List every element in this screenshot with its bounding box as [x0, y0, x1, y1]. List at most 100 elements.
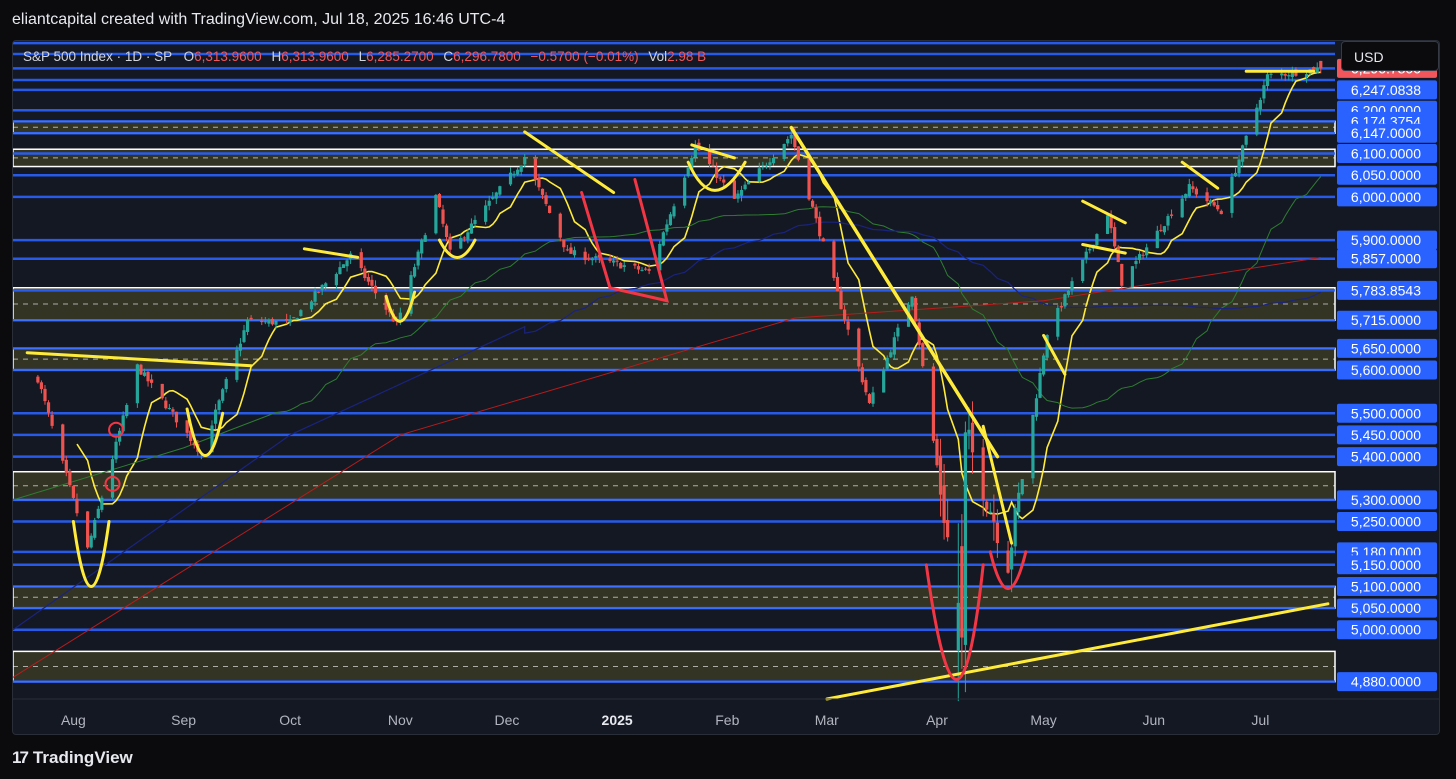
candle-body — [1020, 479, 1024, 495]
candle-body — [164, 400, 168, 409]
candle-body — [995, 522, 999, 544]
candle-body — [171, 409, 175, 412]
time-axis-label: Jul — [1251, 712, 1269, 728]
candle-body — [533, 158, 538, 180]
candle-body — [672, 206, 676, 217]
candle-body — [910, 296, 914, 307]
header-bar: eliantcapital created with TradingView.c… — [0, 0, 1456, 40]
candle-body — [661, 232, 665, 246]
candle-body — [889, 352, 893, 358]
candle-body — [46, 402, 51, 413]
candle-body — [242, 330, 246, 342]
candle-body — [1059, 306, 1063, 308]
candle-body — [519, 165, 523, 172]
flag-trendline — [1081, 199, 1127, 225]
candle-body — [611, 260, 616, 263]
candle-body — [420, 240, 424, 254]
price-label-text: 5,150.0000 — [1351, 557, 1421, 573]
candle-body — [732, 180, 737, 199]
candle-body — [1006, 550, 1010, 573]
candle-body — [818, 216, 822, 237]
candle-body — [288, 319, 292, 323]
currency-button[interactable]: USD — [1341, 41, 1439, 71]
price-axis-layer: 6,296.78006,247.08386,200.00006,174.3754… — [1337, 41, 1439, 699]
candle-body — [523, 158, 527, 165]
candle-body — [871, 392, 875, 404]
candle-body — [423, 235, 427, 242]
candle-body — [313, 291, 317, 302]
candle-body — [761, 165, 765, 167]
candle-body — [466, 232, 470, 240]
candle-body — [317, 291, 321, 293]
candle-body — [942, 485, 946, 523]
candle-body — [160, 383, 164, 399]
time-axis-label: Sep — [171, 712, 196, 728]
candle-body — [548, 205, 552, 213]
candle-body — [267, 320, 271, 324]
candle-body — [473, 219, 477, 224]
time-axis-label: Dec — [495, 712, 520, 728]
candle-body — [615, 260, 619, 262]
price-label-text: 5,250.0000 — [1351, 514, 1421, 530]
candle-body — [590, 258, 594, 261]
legend-open-label: O — [183, 49, 195, 64]
candle-body — [1063, 294, 1067, 307]
candle-body — [1180, 198, 1184, 218]
candle-body — [665, 224, 669, 232]
candle-body — [285, 319, 289, 321]
time-axis-label: Nov — [388, 712, 413, 728]
candle-body — [810, 200, 815, 207]
price-label-text: 5,050.0000 — [1351, 600, 1421, 616]
candle-body — [1120, 263, 1124, 286]
candle-body — [167, 407, 171, 409]
candle-body — [821, 238, 825, 242]
tradingview-logo[interactable]: 17 TradingView — [12, 748, 133, 768]
price-label-text: 6,000.0000 — [1351, 189, 1421, 205]
candle-body — [1137, 254, 1142, 260]
candle-body — [1315, 67, 1319, 73]
candle-body — [768, 162, 772, 165]
candle-body — [373, 285, 378, 294]
time-axis-label: Mar — [815, 712, 839, 728]
price-chart[interactable]: 6,296.78006,247.08386,200.00006,174.3754… — [13, 41, 1440, 735]
candle-body — [558, 213, 562, 238]
candle-body — [1187, 184, 1191, 197]
candle-body — [263, 321, 267, 323]
candle-body — [359, 252, 363, 269]
footer-bar: 17 TradingView — [0, 740, 1456, 779]
candle-body — [469, 223, 474, 234]
candle-body — [324, 283, 328, 287]
candle-body — [1205, 192, 1209, 202]
time-axis-label: Aug — [61, 712, 86, 728]
candle-body — [896, 327, 900, 337]
candle-body — [1241, 145, 1245, 162]
candle-body — [1319, 60, 1323, 69]
legend-close-value: 6,296.7800 — [453, 49, 521, 64]
candle-body — [1265, 74, 1270, 87]
candle-body — [842, 309, 847, 321]
candle-body — [363, 268, 367, 279]
chart-panel[interactable]: 6,296.78006,247.08386,200.00006,174.3754… — [12, 40, 1440, 735]
price-label-text: 6,050.0000 — [1351, 167, 1421, 183]
ma-100-line — [13, 221, 1322, 631]
candle-body — [711, 165, 715, 167]
candle-body — [238, 343, 243, 351]
price-label-text: 5,650.0000 — [1351, 340, 1421, 356]
candle-body — [832, 241, 836, 278]
candle-body — [96, 508, 100, 518]
candle-body — [338, 267, 342, 275]
price-label-text: 5,400.0000 — [1351, 449, 1421, 465]
candle-body — [1191, 186, 1195, 190]
candle-body — [736, 193, 740, 199]
candle-body — [274, 321, 278, 325]
candle-body — [572, 250, 577, 256]
candle-body — [892, 337, 896, 355]
candle-body — [622, 265, 626, 267]
candle-body — [341, 264, 346, 269]
bottom-arc — [71, 520, 111, 588]
legend-volume-value: 2.98 B — [667, 49, 707, 64]
candle-body — [683, 177, 687, 206]
candle-body — [1230, 176, 1234, 213]
candle-body — [292, 317, 296, 319]
candle-body — [39, 382, 44, 390]
